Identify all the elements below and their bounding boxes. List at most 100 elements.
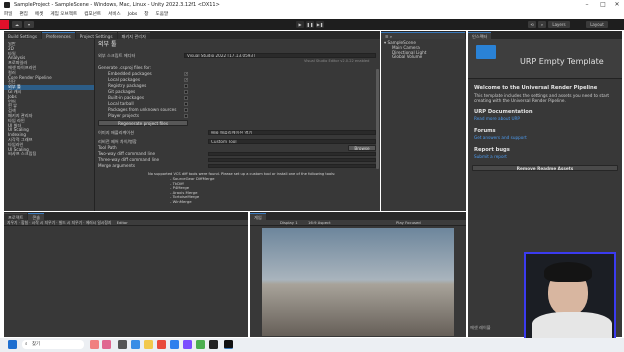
app-icon[interactable]: [196, 340, 205, 349]
three-way-label: Three-way diff command line: [98, 157, 160, 162]
option-label: Built-in packages: [108, 95, 145, 100]
doc-link[interactable]: Read more about URP: [474, 116, 620, 121]
readme-body: Welcome to the Universal Render Pipeline…: [474, 85, 620, 159]
registry-packages-checkbox[interactable]: [184, 84, 188, 88]
preferences-scrollbar[interactable]: [376, 69, 379, 169]
unity-taskbar-icon[interactable]: [224, 340, 233, 349]
cloud-icon[interactable]: ▾: [24, 21, 34, 28]
local-packages-checkbox[interactable]: ✓: [184, 78, 188, 82]
app-icon[interactable]: [183, 340, 192, 349]
bugs-heading: Report bugs: [474, 147, 510, 153]
template-title: URP Empty Template: [520, 57, 604, 66]
game-viewport[interactable]: [262, 228, 454, 336]
file-explorer-icon[interactable]: [144, 340, 153, 349]
menu-help[interactable]: 도움말: [156, 10, 169, 19]
preferences-tabs: Build Settings Preferences Project Setti…: [4, 31, 380, 39]
asset-labels-footer: 에셋 레이블: [470, 325, 491, 330]
store-icon[interactable]: [170, 340, 179, 349]
main-toolbar: ☁ ▾ ▶ ❚❚ ▶❚ ⟲ ⌕ Layers Layout: [0, 19, 624, 30]
player-projects-checkbox[interactable]: [184, 114, 188, 118]
play-button[interactable]: ▶: [296, 21, 304, 28]
revision-label: 리비전 제어 차이/병합: [98, 139, 137, 144]
tulip-widget-icon[interactable]: [90, 340, 99, 349]
bugs-link[interactable]: Submit a report: [474, 154, 620, 159]
search-icon[interactable]: ⌕: [538, 21, 546, 28]
remove-readme-button[interactable]: Remove Readme Assets: [472, 165, 618, 171]
taskbar: ⌕ 찾기: [0, 338, 624, 352]
step-button[interactable]: ▶❚: [316, 21, 324, 28]
option-label: Embedded packages: [108, 71, 152, 76]
menu-component[interactable]: 컴포넌트: [84, 10, 101, 19]
minimize-button[interactable]: –: [580, 0, 594, 10]
preferences-content: 외부 툴 외부 스크립트 에디터 Visual Studio 2022 [17.…: [98, 39, 378, 211]
option-label: Registry packages: [108, 83, 147, 88]
console-toolbar-options[interactable]: 지우기 · 합침 · 시작 시 지우기 · 빌드 시 지우기 · 에러시 일시정…: [7, 220, 111, 225]
windows-start-icon[interactable]: [8, 340, 17, 349]
inspector-tabs: 인스펙터: [468, 31, 622, 39]
option-label: Git packages: [108, 89, 136, 94]
layers-dropdown[interactable]: Layers: [548, 21, 570, 28]
close-button[interactable]: ✕: [610, 0, 624, 10]
chrome-icon[interactable]: [157, 340, 166, 349]
window-title-bar: SampleProject - SampleScene - Windows, M…: [0, 0, 624, 10]
tulip-widget-icon[interactable]: [102, 340, 111, 349]
merge-input[interactable]: [208, 163, 376, 168]
play-mode-dropdown[interactable]: Play Focused: [396, 220, 421, 226]
menu-window[interactable]: 창: [144, 10, 148, 19]
sidebar-item[interactable]: 씨샤프 스크립팅: [4, 152, 94, 157]
script-editor-label: 외부 스크립트 에디터: [98, 53, 136, 58]
presenter-hair: [544, 262, 592, 282]
two-way-input[interactable]: [208, 151, 376, 156]
menu-file[interactable]: 파일: [4, 10, 12, 19]
builtin-packages-checkbox[interactable]: [184, 96, 188, 100]
game-tabs: 게임: [250, 212, 466, 220]
edge-icon[interactable]: [131, 340, 140, 349]
script-editor-dropdown[interactable]: Visual Studio 2022 [17.13.0593]: [184, 53, 376, 58]
tab-preferences[interactable]: Preferences: [42, 32, 75, 39]
task-view-icon[interactable]: [118, 340, 127, 349]
revision-dropdown[interactable]: Custom Tool: [208, 139, 376, 144]
urp-logo-icon: [476, 45, 496, 59]
forums-heading: Forums: [474, 128, 496, 134]
account-icon[interactable]: ☁: [12, 21, 22, 28]
record-indicator: [0, 20, 9, 29]
embedded-packages-checkbox[interactable]: ✓: [184, 72, 188, 76]
unknown-sources-checkbox[interactable]: [184, 108, 188, 112]
git-packages-checkbox[interactable]: [184, 90, 188, 94]
taskbar-search[interactable]: ⌕ 찾기: [22, 340, 84, 349]
doc-heading: URP Documentation: [474, 109, 533, 115]
tab-package-manager[interactable]: 패키지 관리자: [117, 32, 150, 39]
tab-console[interactable]: 콘솔: [28, 213, 45, 220]
tab-project-settings[interactable]: Project Settings: [75, 32, 117, 39]
tab-inspector[interactable]: 인스펙터: [468, 32, 492, 39]
maximize-button[interactable]: □: [596, 0, 610, 10]
menu-assets[interactable]: 에셋: [35, 10, 43, 19]
tab-project[interactable]: 프로젝트: [4, 213, 28, 220]
history-icon[interactable]: ⟲: [528, 21, 536, 28]
image-app-dropdown[interactable]: 배울 애플리케이션 열기: [208, 130, 376, 135]
display-dropdown[interactable]: Display 1: [280, 220, 298, 226]
browse-button[interactable]: Browse: [348, 145, 376, 151]
version-note: Visual Studio Editor v2.0.22 enabled: [304, 59, 370, 63]
console-panel: 프로젝트 콘솔 지우기 · 합침 · 시작 시 지우기 · 빌드 시 지우기 ·…: [4, 212, 248, 337]
tool-list-item: - WinMerge: [170, 199, 192, 204]
layout-dropdown[interactable]: Layout: [586, 21, 608, 28]
editor-dropdown[interactable]: Editor: [117, 220, 128, 225]
tab-hierarchy[interactable]: ≡ ⌕: [381, 32, 465, 39]
pause-button[interactable]: ❚❚: [306, 21, 314, 28]
menu-edit[interactable]: 편집: [19, 10, 27, 19]
menu-services[interactable]: 서비스: [108, 10, 121, 19]
option-label: Local tarball: [108, 101, 134, 106]
forums-link[interactable]: Get answers and support: [474, 135, 620, 140]
local-tarball-checkbox[interactable]: [184, 102, 188, 106]
app-icon[interactable]: [209, 340, 218, 349]
menu-gameobject[interactable]: 게임 오브젝트: [50, 10, 77, 19]
three-way-input[interactable]: [208, 157, 376, 162]
tab-build-settings[interactable]: Build Settings: [4, 32, 42, 39]
hierarchy-item[interactable]: Global Volume: [384, 55, 463, 60]
menu-jobs[interactable]: Jobs: [128, 10, 137, 19]
generate-label: Generate .csproj files for:: [98, 65, 152, 70]
regenerate-button[interactable]: Regenerate project files: [98, 120, 188, 126]
aspect-dropdown[interactable]: 16:9 Aspect: [308, 220, 331, 226]
tab-game[interactable]: 게임: [250, 213, 266, 220]
